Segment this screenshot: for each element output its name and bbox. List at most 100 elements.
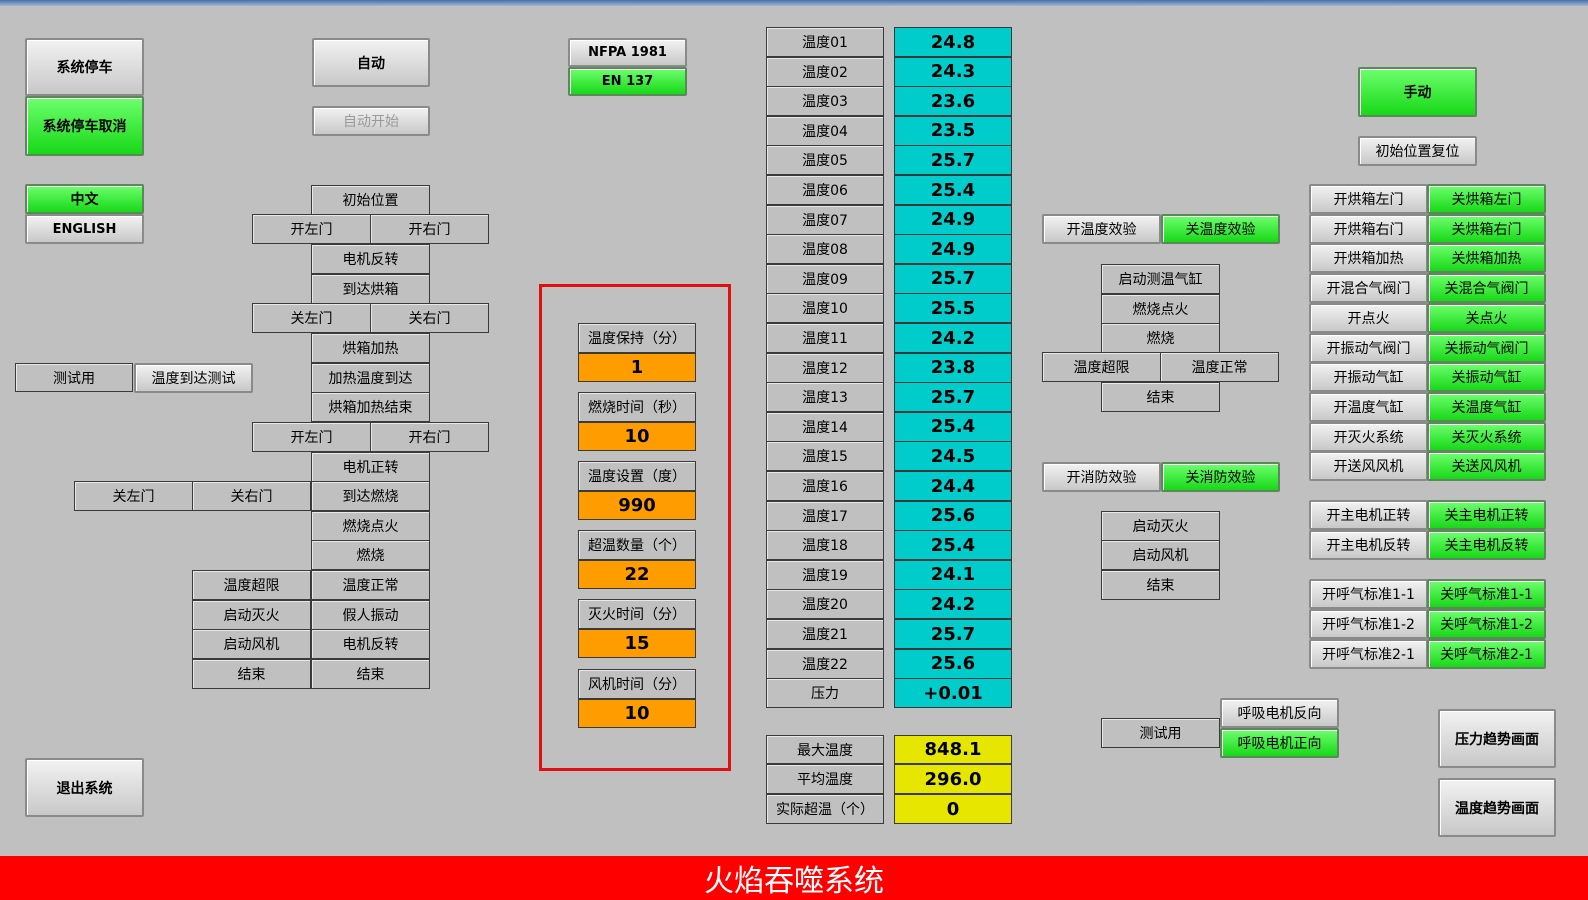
- step-heat-reached: 加热温度到达: [311, 363, 430, 393]
- temp-sensor-value: 24.9: [894, 204, 1012, 235]
- breath-motor-forward-button[interactable]: 呼吸电机正向: [1220, 728, 1339, 758]
- param-value-input[interactable]: 22: [578, 560, 696, 589]
- init-position-reset-button[interactable]: 初始位置复位: [1358, 136, 1477, 166]
- temp-sensor-label: 温度12: [766, 352, 884, 383]
- step-motor-reverse-2: 电机反转: [311, 629, 430, 659]
- manual-on-button[interactable]: 开送风风机: [1309, 451, 1428, 482]
- temp-sensor-value: 25.5: [894, 293, 1012, 324]
- manual-on-button[interactable]: 开点火: [1309, 302, 1428, 333]
- manual-on-button[interactable]: 开振动气阀门: [1309, 332, 1428, 363]
- temp-sensor-label: 温度18: [766, 530, 884, 561]
- step-reach-oven: 到达烘箱: [311, 274, 430, 304]
- system-stop-cancel-button[interactable]: 系统停车取消: [25, 96, 144, 156]
- manual-off-button[interactable]: 关呼气标准1-1: [1427, 579, 1546, 609]
- window-top-bar: [0, 0, 1588, 6]
- manual-off-button[interactable]: 关混合气阀门: [1427, 273, 1546, 304]
- summary-label: 平均温度: [766, 764, 884, 794]
- step-start-extinguish: 启动灭火: [1101, 511, 1220, 541]
- step-end: 结束: [1101, 382, 1220, 412]
- summary-label: 最大温度: [766, 735, 884, 764]
- breath-motor-reverse-button[interactable]: 呼吸电机反向: [1220, 698, 1339, 728]
- language-chinese-button[interactable]: 中文: [25, 184, 144, 214]
- temp-sensor-label: 温度08: [766, 234, 884, 265]
- step-oven-heat-end: 烘箱加热结束: [311, 392, 430, 422]
- exit-system-button[interactable]: 退出系统: [25, 758, 144, 817]
- manual-on-button[interactable]: 开呼气标准1-2: [1309, 609, 1428, 639]
- param-value-input[interactable]: 10: [578, 699, 696, 728]
- standard-en-button[interactable]: EN 137: [568, 67, 687, 96]
- temp-sensor-value: 25.7: [894, 263, 1012, 294]
- step-close-right-door-2: 关右门: [192, 481, 311, 511]
- temp-sensor-label: 温度19: [766, 559, 884, 590]
- manual-off-button[interactable]: 关灭火系统: [1427, 421, 1546, 452]
- manual-off-button[interactable]: 关主电机正转: [1427, 500, 1546, 530]
- close-temp-test-button[interactable]: 关温度效验: [1161, 214, 1280, 244]
- temp-sensor-label: 温度16: [766, 471, 884, 501]
- manual-on-button[interactable]: 开烘箱左门: [1309, 184, 1428, 214]
- step-reach-burn: 到达燃烧: [311, 481, 430, 511]
- manual-off-button[interactable]: 关温度气缸: [1427, 391, 1546, 422]
- temp-sensor-label: 温度21: [766, 619, 884, 649]
- temp-sensor-label: 温度20: [766, 589, 884, 620]
- manual-off-button[interactable]: 关主电机反转: [1427, 530, 1546, 560]
- step-open-left-door: 开左门: [252, 214, 371, 244]
- manual-on-button[interactable]: 开主电机反转: [1309, 530, 1428, 560]
- open-temp-test-button[interactable]: 开温度效验: [1042, 214, 1161, 244]
- manual-off-button[interactable]: 关送风风机: [1427, 451, 1546, 482]
- step-close-left-door: 关左门: [252, 303, 371, 333]
- temp-sensor-label: 温度15: [766, 441, 884, 472]
- close-fire-test-button[interactable]: 关消防效验: [1161, 462, 1280, 492]
- manual-off-button[interactable]: 关振动气阀门: [1427, 332, 1546, 363]
- temp-sensor-label: 压力: [766, 678, 884, 709]
- step-close-right-door: 关右门: [370, 303, 489, 333]
- param-value-input[interactable]: 1: [578, 353, 696, 382]
- manual-on-button[interactable]: 开灭火系统: [1309, 421, 1428, 452]
- temperature-trend-button[interactable]: 温度趋势画面: [1438, 778, 1556, 837]
- temp-sensor-value: 25.4: [894, 530, 1012, 561]
- manual-off-button[interactable]: 关烘箱右门: [1427, 213, 1546, 244]
- temp-sensor-value: 24.3: [894, 56, 1012, 87]
- standard-nfpa-button[interactable]: NFPA 1981: [568, 38, 687, 67]
- manual-off-button[interactable]: 关振动气缸: [1427, 362, 1546, 393]
- manual-button[interactable]: 手动: [1358, 67, 1477, 117]
- step-start-extinguish: 启动灭火: [192, 600, 311, 630]
- step-start-fan: 启动风机: [192, 629, 311, 659]
- param-label: 温度设置（度）: [578, 461, 696, 491]
- temp-sensor-value: 25.6: [894, 648, 1012, 679]
- manual-off-button[interactable]: 关呼气标准1-2: [1427, 609, 1546, 639]
- manual-on-button[interactable]: 开振动气缸: [1309, 362, 1428, 393]
- language-english-button[interactable]: ENGLISH: [25, 214, 144, 244]
- auto-start-button[interactable]: 自动开始: [312, 106, 430, 136]
- temp-sensor-value: 23.8: [894, 352, 1012, 383]
- temp-sensor-label: 温度05: [766, 145, 884, 176]
- manual-on-button[interactable]: 开温度气缸: [1309, 391, 1428, 422]
- manual-on-button[interactable]: 开烘箱加热: [1309, 243, 1428, 274]
- manual-off-button[interactable]: 关烘箱加热: [1427, 243, 1546, 274]
- step-temp-normal: 温度正常: [1160, 352, 1279, 382]
- manual-on-button[interactable]: 开呼气标准2-1: [1309, 639, 1428, 669]
- param-value-input[interactable]: 990: [578, 491, 696, 520]
- step-temp-over-limit: 温度超限: [192, 570, 311, 600]
- manual-on-button[interactable]: 开呼气标准1-1: [1309, 579, 1428, 609]
- manual-off-button[interactable]: 关呼气标准2-1: [1427, 639, 1546, 669]
- step-close-left-door-2: 关左门: [74, 481, 193, 511]
- auto-button[interactable]: 自动: [312, 38, 430, 87]
- manual-on-button[interactable]: 开主电机正转: [1309, 500, 1428, 530]
- summary-label: 实际超温（个）: [766, 794, 884, 824]
- temp-reach-test-button[interactable]: 温度到达测试: [134, 363, 253, 393]
- open-fire-test-button[interactable]: 开消防效验: [1042, 462, 1161, 492]
- temp-sensor-label: 温度17: [766, 500, 884, 531]
- param-label: 燃烧时间（秒）: [578, 392, 696, 422]
- temp-sensor-value: +0.01: [894, 678, 1012, 709]
- temp-sensor-label: 温度01: [766, 27, 884, 57]
- manual-off-button[interactable]: 关点火: [1427, 302, 1546, 333]
- manual-on-button[interactable]: 开混合气阀门: [1309, 273, 1428, 304]
- system-stop-button[interactable]: 系统停车: [25, 38, 144, 96]
- temp-sensor-value: 25.7: [894, 382, 1012, 413]
- param-label: 超温数量（个）: [578, 530, 696, 560]
- manual-off-button[interactable]: 关烘箱左门: [1427, 184, 1546, 214]
- param-value-input[interactable]: 10: [578, 422, 696, 451]
- param-value-input[interactable]: 15: [578, 629, 696, 658]
- pressure-trend-button[interactable]: 压力趋势画面: [1438, 709, 1556, 768]
- manual-on-button[interactable]: 开烘箱右门: [1309, 213, 1428, 244]
